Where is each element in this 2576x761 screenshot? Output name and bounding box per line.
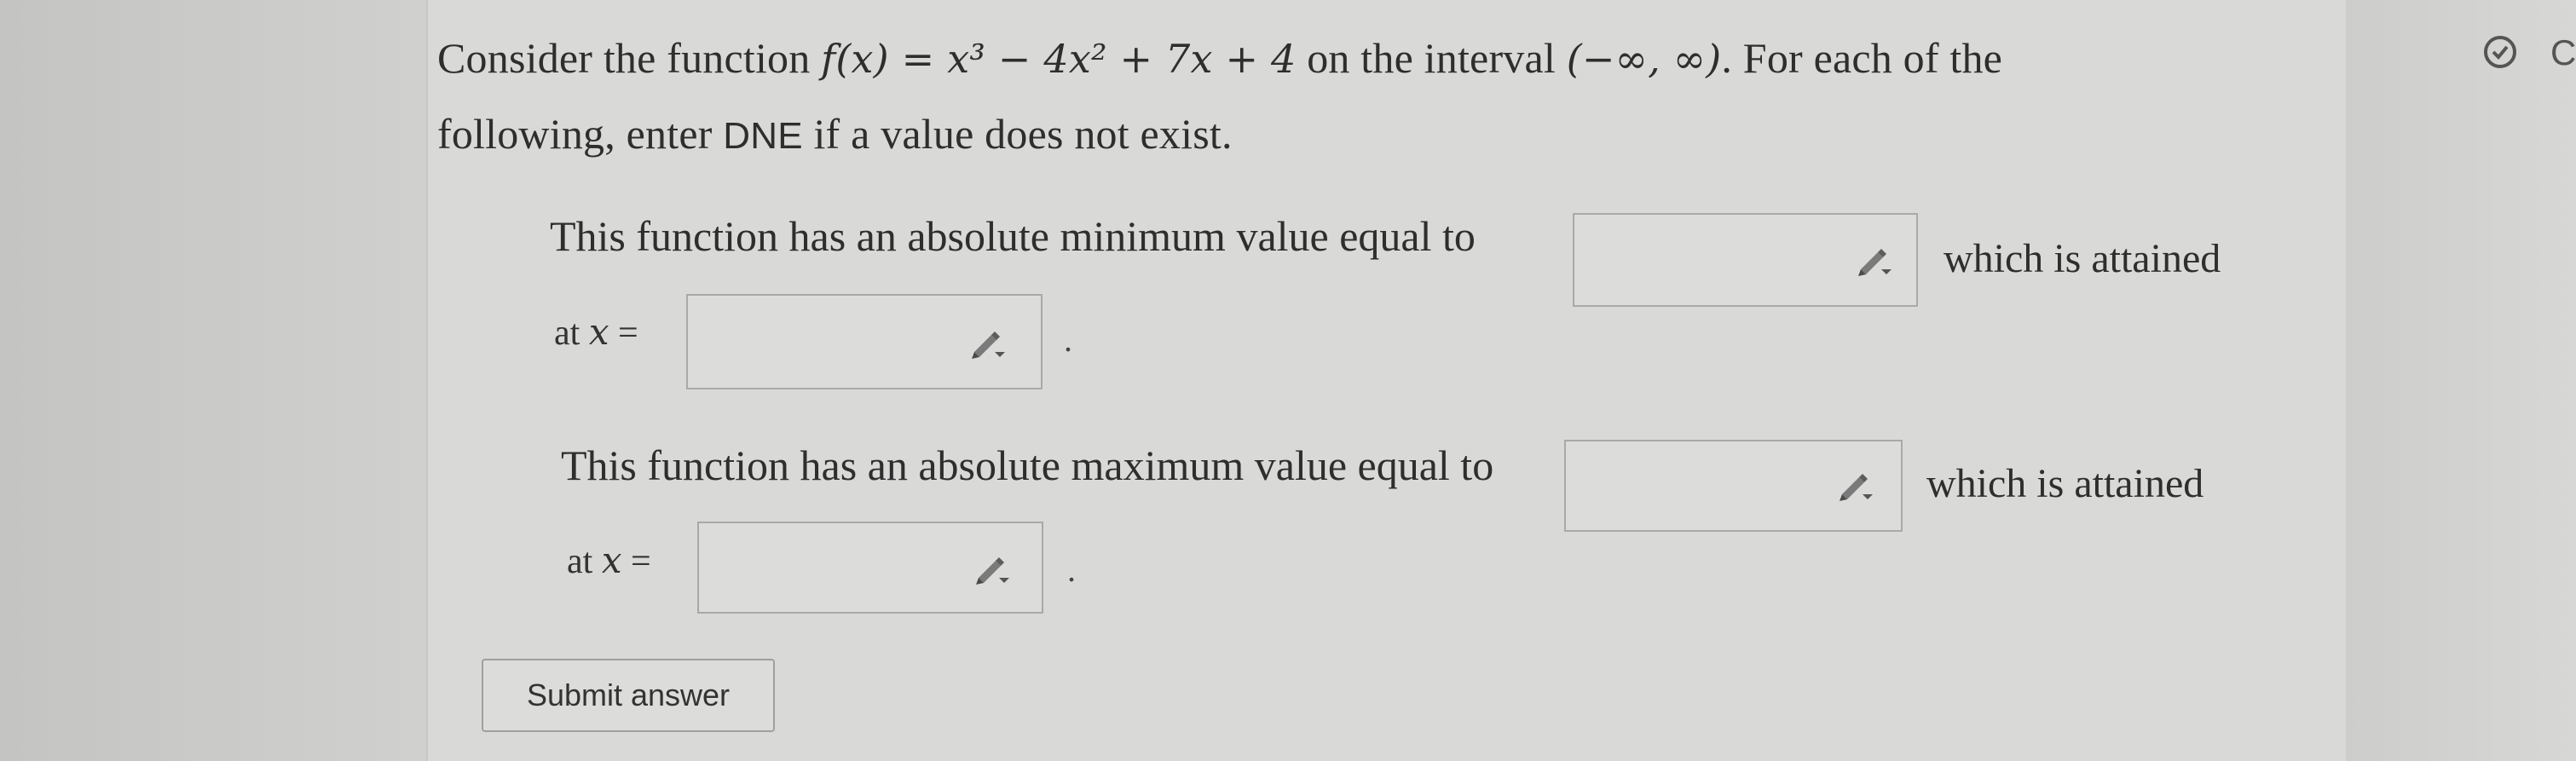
max-period: . bbox=[1067, 551, 1076, 589]
max-at-text: at bbox=[567, 542, 593, 581]
pencil-icon[interactable] bbox=[973, 556, 1011, 585]
interval-prefix: on the interval bbox=[1307, 34, 1556, 82]
instruction-prefix: following, enter bbox=[437, 110, 713, 158]
min-equals: = bbox=[618, 314, 638, 353]
function-expression: f(x) = x³ − 4x² + 7x + 4 bbox=[821, 36, 1297, 82]
max-attained-text: which is attained bbox=[1926, 461, 2204, 506]
interval-expression: (−∞, ∞) bbox=[1566, 36, 1722, 82]
question-intro: Consider the function bbox=[437, 34, 811, 82]
submit-answer-button[interactable]: Submit answer bbox=[482, 659, 775, 732]
edge-letter: C bbox=[2550, 32, 2576, 72]
pencil-icon[interactable] bbox=[1856, 247, 1893, 276]
min-x-var: x bbox=[588, 311, 609, 353]
min-at-x-label: at x = bbox=[554, 311, 638, 354]
min-attained-text: which is attained bbox=[1944, 236, 2221, 281]
screen: Consider the function f(x) = x³ − 4x² + … bbox=[0, 0, 2576, 761]
dne-keyword: DNE bbox=[723, 115, 803, 157]
max-x-input[interactable] bbox=[697, 522, 1043, 614]
max-x-var: x bbox=[601, 539, 622, 581]
max-at-x-label: at x = bbox=[567, 539, 651, 582]
min-period: . bbox=[1064, 320, 1072, 359]
left-gutter bbox=[0, 0, 426, 761]
check-circle-icon[interactable] bbox=[2482, 34, 2518, 70]
min-x-input[interactable] bbox=[686, 294, 1043, 389]
max-prompt: This function has an absolute maximum va… bbox=[561, 441, 1494, 489]
min-value-input[interactable] bbox=[1573, 213, 1918, 307]
question-text: Consider the function f(x) = x³ − 4x² + … bbox=[437, 20, 2236, 174]
min-at-text: at bbox=[554, 314, 580, 353]
for-each-text: . For each of the bbox=[1721, 34, 2003, 82]
right-gutter bbox=[2346, 0, 2576, 761]
max-equals: = bbox=[631, 542, 651, 581]
max-value-input[interactable] bbox=[1564, 440, 1903, 532]
min-prompt: This function has an absolute minimum va… bbox=[550, 212, 1476, 260]
pencil-icon[interactable] bbox=[969, 330, 1007, 359]
instruction-suffix: if a value does not exist. bbox=[813, 110, 1233, 158]
pencil-icon[interactable] bbox=[1837, 472, 1874, 501]
